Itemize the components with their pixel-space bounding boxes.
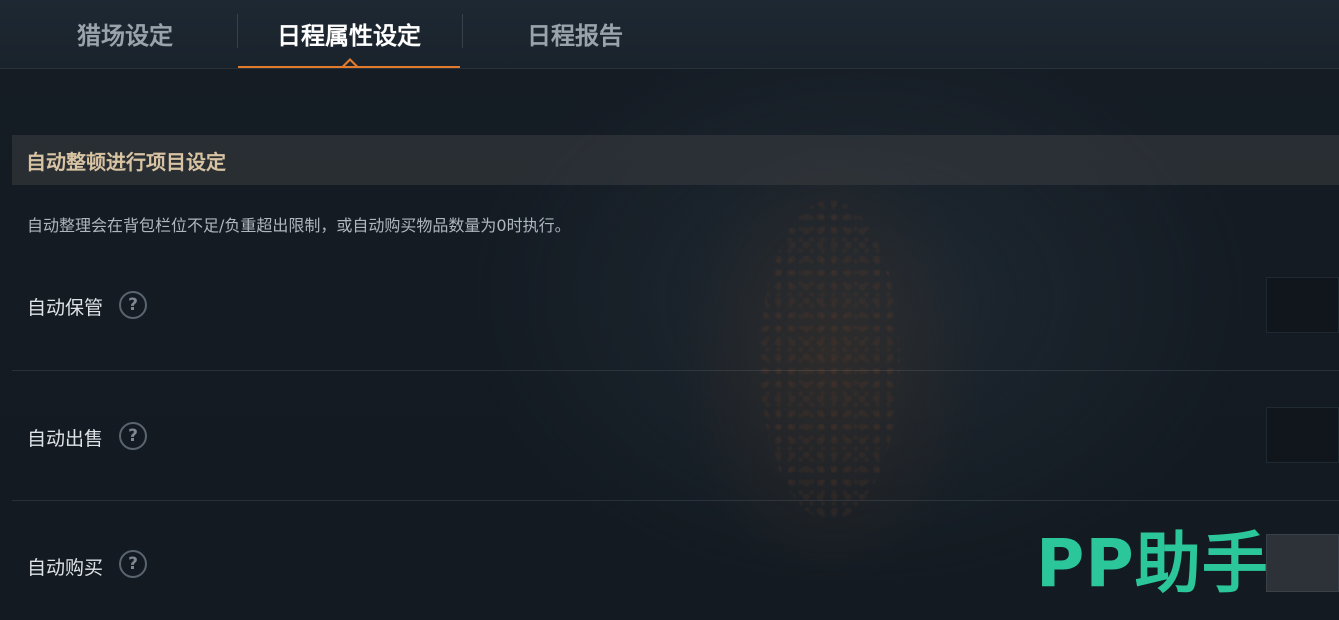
setting-label-auto-buy: 自动购买 bbox=[27, 557, 104, 579]
section-header: 自动整顿进行项目设定 bbox=[12, 135, 1339, 185]
active-tab-caret-icon bbox=[342, 58, 358, 66]
auto-storage-toggle[interactable] bbox=[1266, 277, 1339, 333]
tab-schedule-attribute-settings[interactable]: 日程属性设定 bbox=[238, 0, 460, 66]
tab-divider bbox=[462, 14, 463, 48]
tab-schedule-report[interactable]: 日程报告 bbox=[465, 0, 685, 66]
help-icon[interactable]: ? bbox=[119, 422, 147, 450]
setting-label-auto-storage: 自动保管 bbox=[27, 297, 104, 319]
section-title: 自动整顿进行项目设定 bbox=[26, 149, 226, 174]
auto-buy-toggle[interactable] bbox=[1266, 534, 1339, 592]
help-icon[interactable]: ? bbox=[119, 291, 147, 319]
pp-assistant-watermark: PP助手 bbox=[1036, 525, 1269, 602]
auto-sell-toggle[interactable] bbox=[1266, 407, 1339, 463]
setting-row-auto-storage: 自动保管 ? bbox=[12, 240, 1339, 370]
setting-label-auto-sell: 自动出售 bbox=[27, 428, 104, 450]
section-description: 自动整理会在背包栏位不足/负重超出限制，或自动购买物品数量为0时执行。 bbox=[27, 216, 571, 235]
setting-row-auto-sell: 自动出售 ? bbox=[12, 371, 1339, 501]
help-icon[interactable]: ? bbox=[119, 550, 147, 578]
tab-hunting-ground-settings[interactable]: 猎场设定 bbox=[20, 0, 230, 66]
tab-bar: 猎场设定 日程属性设定 日程报告 bbox=[0, 0, 1339, 69]
active-tab-underline bbox=[238, 66, 460, 68]
